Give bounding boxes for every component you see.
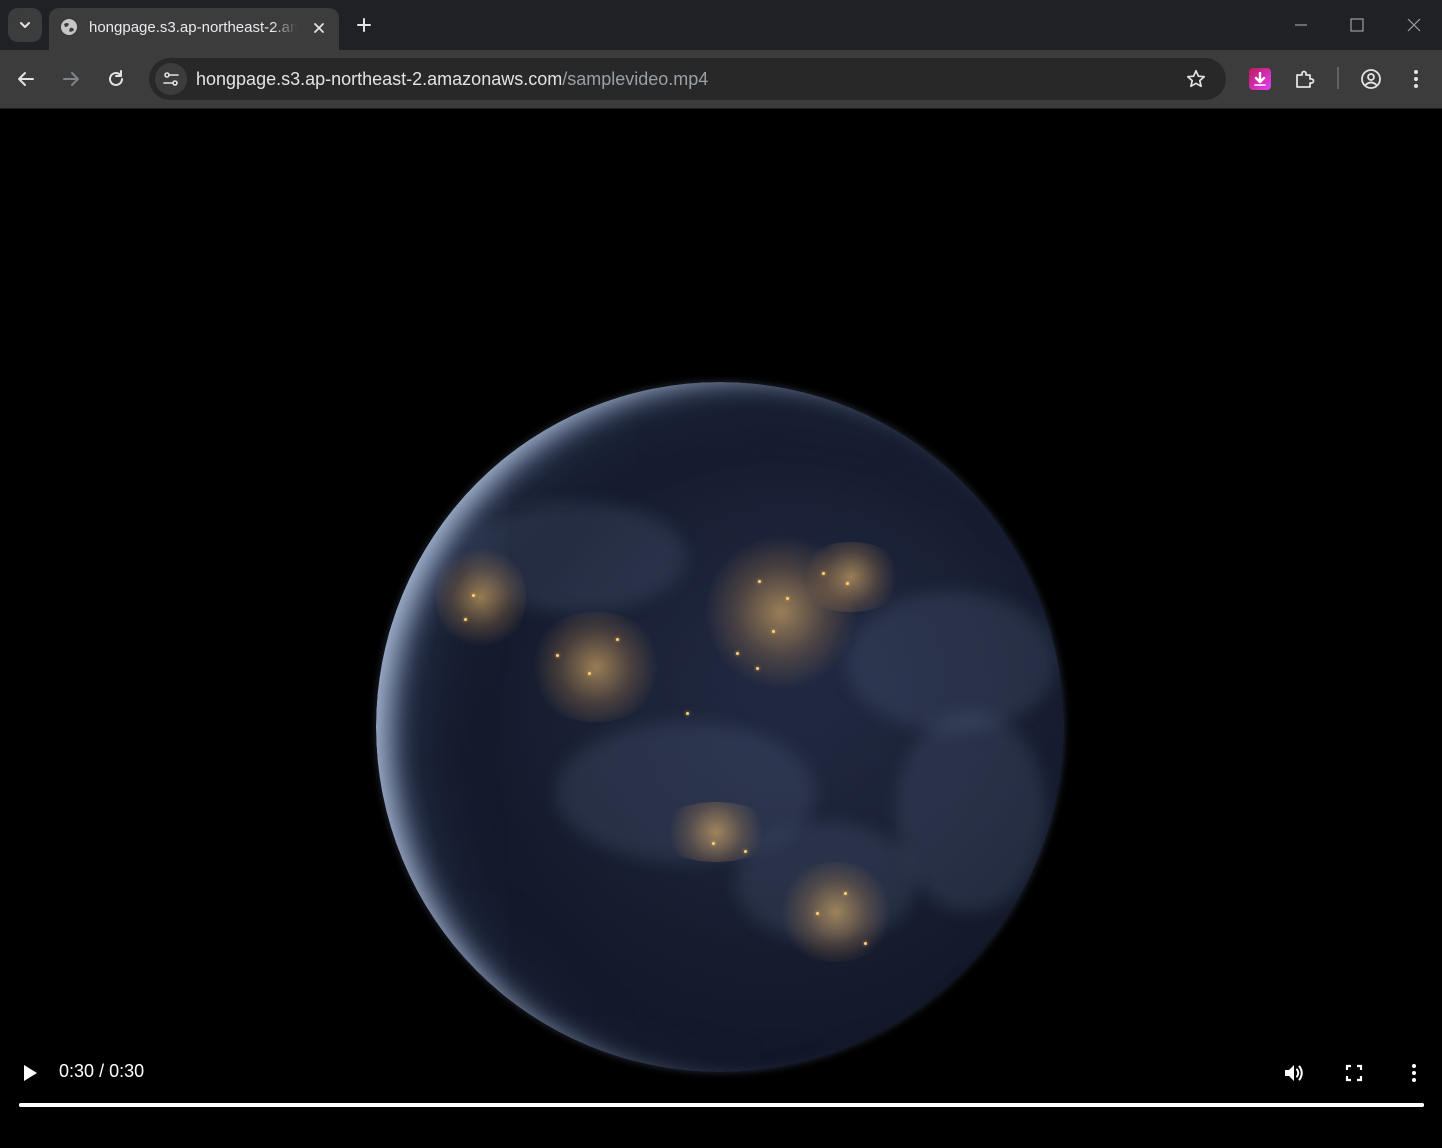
profile-icon <box>1361 69 1381 89</box>
minimize-button[interactable] <box>1273 0 1329 50</box>
plus-icon <box>357 18 371 32</box>
tune-icon <box>163 72 179 86</box>
toolbar-divider <box>1337 67 1339 89</box>
current-time: 0:30 <box>59 1061 95 1081</box>
window-close-button[interactable] <box>1386 0 1442 50</box>
earth-video-frame <box>376 382 1064 1072</box>
duration: 0:30 <box>109 1061 145 1081</box>
chevron-down-icon <box>20 22 30 28</box>
volume-icon <box>1285 1065 1303 1081</box>
video-progress-fill <box>19 1103 1424 1107</box>
browser-toolbar: hongpage.s3.ap-northeast-2.amazonaws.com… <box>0 50 1442 109</box>
minimize-icon <box>1295 24 1307 26</box>
forward-button[interactable] <box>54 62 88 96</box>
tab-title: hongpage.s3.ap-northeast-2.amazonaws.com… <box>89 19 297 36</box>
new-tab-button[interactable] <box>351 12 377 38</box>
active-tab[interactable]: hongpage.s3.ap-northeast-2.amazonaws.com… <box>49 8 339 50</box>
close-icon <box>1407 18 1421 32</box>
video-controls: 0:30 / 0:30 <box>0 1050 1442 1096</box>
extensions-button[interactable] <box>1288 62 1322 96</box>
kebab-menu-icon <box>1414 70 1418 88</box>
play-icon <box>24 1065 37 1081</box>
volume-button[interactable] <box>1277 1056 1311 1090</box>
profile-button[interactable] <box>1354 62 1388 96</box>
video-progress-bar[interactable] <box>19 1103 1424 1107</box>
globe-icon <box>61 19 77 35</box>
reload-icon <box>109 70 123 86</box>
reload-button[interactable] <box>99 62 133 96</box>
bookmark-button[interactable] <box>1184 67 1208 91</box>
url-text[interactable]: hongpage.s3.ap-northeast-2.amazonaws.com… <box>196 69 708 90</box>
video-menu-button[interactable] <box>1397 1056 1431 1090</box>
forward-arrow-icon <box>63 72 79 86</box>
time-separator: / <box>99 1061 105 1081</box>
download-extension-button[interactable] <box>1249 68 1271 90</box>
puzzle-icon <box>1296 70 1315 88</box>
fullscreen-icon <box>1345 1064 1363 1082</box>
url-path: /samplevideo.mp4 <box>562 69 709 89</box>
star-icon <box>1186 69 1206 88</box>
address-bar[interactable]: hongpage.s3.ap-northeast-2.amazonaws.com… <box>149 58 1226 100</box>
video-time: 0:30 / 0:30 <box>59 1061 144 1082</box>
fullscreen-button[interactable] <box>1337 1056 1371 1090</box>
close-icon <box>314 23 324 33</box>
site-info-button[interactable] <box>155 63 187 95</box>
tab-strip: hongpage.s3.ap-northeast-2.amazonaws.com… <box>0 0 1442 50</box>
kebab-menu-icon <box>1412 1064 1416 1082</box>
play-button[interactable] <box>13 1056 47 1090</box>
tab-search-button[interactable] <box>8 8 42 42</box>
browser-menu-button[interactable] <box>1399 62 1433 96</box>
tab-close-button[interactable] <box>308 17 330 39</box>
maximize-button[interactable] <box>1329 0 1385 50</box>
url-host: hongpage.s3.ap-northeast-2.amazonaws.com <box>196 69 563 89</box>
back-arrow-icon <box>18 72 34 86</box>
maximize-icon <box>1350 18 1364 32</box>
back-button[interactable] <box>9 62 43 96</box>
download-icon <box>1254 72 1266 86</box>
